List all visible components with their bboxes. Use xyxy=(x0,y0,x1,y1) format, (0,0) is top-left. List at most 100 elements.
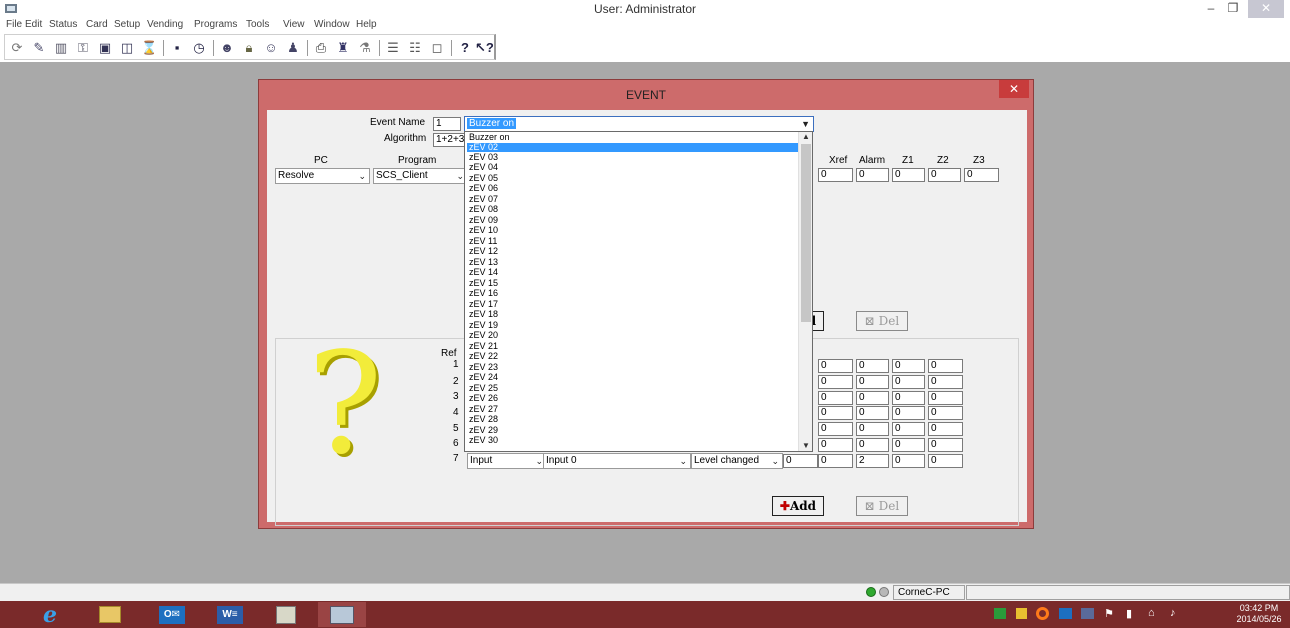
menu-window[interactable]: Window xyxy=(314,19,350,30)
maximize-button[interactable]: ❐ xyxy=(1222,0,1244,18)
context-help-icon[interactable]: ↖? xyxy=(475,40,494,56)
tray-app-icon[interactable] xyxy=(994,608,1006,619)
dropdown-item[interactable]: zEV 12 xyxy=(467,247,798,256)
ref-value-field[interactable]: 0 xyxy=(856,359,889,373)
chevron-down-icon[interactable]: ⌄ xyxy=(358,169,366,183)
dropdown-item[interactable]: zEV 08 xyxy=(467,205,798,214)
tile-icon[interactable]: ☷ xyxy=(407,40,423,56)
ref-value-field[interactable]: 0 xyxy=(928,438,963,452)
ref7-input-select[interactable]: Input 0 ⌄ xyxy=(543,453,691,469)
chevron-down-icon[interactable]: ⌄ xyxy=(771,454,779,468)
top-del-button[interactable]: ⊠ Del xyxy=(856,311,908,331)
dropdown-item[interactable]: zEV 17 xyxy=(467,300,798,309)
keys-icon[interactable]: ⚿ xyxy=(75,40,91,56)
hourglass-icon[interactable]: ⌛ xyxy=(141,40,157,56)
alarm-field[interactable]: 0 xyxy=(856,168,889,182)
ref-value-field[interactable]: 0 xyxy=(818,422,853,436)
bottom-del-button[interactable]: ⊠ Del xyxy=(856,496,908,516)
dropdown-item[interactable]: zEV 16 xyxy=(467,289,798,298)
dropdown-scrollbar[interactable]: ▲ ▼ xyxy=(798,132,812,451)
ref-value-field[interactable]: 2 xyxy=(856,454,889,468)
menu-status[interactable]: Status xyxy=(49,19,77,30)
dropdown-item[interactable]: zEV 18 xyxy=(467,310,798,319)
menu-card[interactable]: Card xyxy=(86,19,108,30)
scroll-down-icon[interactable]: ▼ xyxy=(799,441,812,451)
tray-app-icon[interactable] xyxy=(1016,608,1027,619)
ref-value-field[interactable]: 0 xyxy=(856,406,889,420)
menu-setup[interactable]: Setup xyxy=(114,19,140,30)
tray-app-icon[interactable] xyxy=(1036,607,1049,620)
pc-select[interactable]: Resolve ⌄ xyxy=(275,168,370,184)
card-reader-icon[interactable]: ▣ xyxy=(97,40,113,56)
dropdown-item[interactable]: zEV 11 xyxy=(467,237,798,246)
cascade-icon[interactable]: ☰ xyxy=(385,40,401,56)
ref-value-field[interactable]: 0 xyxy=(856,375,889,389)
flag-icon[interactable]: ⚑ xyxy=(1104,607,1114,620)
event-name-combo[interactable]: Buzzer on ▼ xyxy=(464,116,814,132)
ref-value-field[interactable]: 0 xyxy=(928,406,963,420)
dropdown-item[interactable]: zEV 24 xyxy=(467,373,798,382)
dropdown-item[interactable]: zEV 07 xyxy=(467,195,798,204)
ref-value-field[interactable]: 0 xyxy=(892,391,925,405)
dropdown-item[interactable]: zEV 19 xyxy=(467,321,798,330)
ref-value-field[interactable]: 0 xyxy=(856,422,889,436)
tray-app-icon[interactable] xyxy=(1081,608,1094,619)
dropdown-item[interactable]: Buzzer on xyxy=(467,133,798,142)
menu-programs[interactable]: Programs xyxy=(194,19,237,30)
menu-help[interactable]: Help xyxy=(356,19,377,30)
dropdown-item[interactable]: zEV 25 xyxy=(467,384,798,393)
ref-value-field[interactable]: 0 xyxy=(892,438,925,452)
ref-value-field[interactable]: 0 xyxy=(818,359,853,373)
door-icon[interactable]: ◫ xyxy=(119,40,135,56)
ref-value-field[interactable]: 0 xyxy=(892,454,925,468)
ref-value-field[interactable]: 0 xyxy=(892,359,925,373)
window-icon[interactable]: ◻ xyxy=(429,40,445,56)
dropdown-item[interactable]: zEV 05 xyxy=(467,174,798,183)
ref-value-field[interactable]: 0 xyxy=(928,375,963,389)
dropdown-item[interactable]: zEV 10 xyxy=(467,226,798,235)
dropdown-item[interactable]: zEV 23 xyxy=(467,363,798,372)
ref-value-field[interactable]: 0 xyxy=(818,406,853,420)
ref-value-field[interactable]: 0 xyxy=(818,375,853,389)
chevron-down-icon[interactable]: ⌄ xyxy=(535,454,543,468)
z2-field[interactable]: 0 xyxy=(928,168,961,182)
dropdown-item[interactable]: zEV 06 xyxy=(467,184,798,193)
dialog-close-button[interactable]: ✕ xyxy=(999,80,1029,98)
file-explorer-icon[interactable] xyxy=(86,602,134,627)
ref-value-field[interactable]: 0 xyxy=(928,391,963,405)
dropdown-item[interactable]: zEV 21 xyxy=(467,342,798,351)
cycle-icon[interactable]: ⟳ xyxy=(9,40,25,56)
menu-tools[interactable]: Tools xyxy=(246,19,269,30)
tray-outlook-icon[interactable] xyxy=(1059,608,1072,619)
help-icon[interactable]: ? xyxy=(457,40,473,56)
ref7-trigger-select[interactable]: Level changed ⌄ xyxy=(691,453,783,469)
signal-icon[interactable]: ▮ xyxy=(1126,607,1132,620)
dropdown-item[interactable]: zEV 04 xyxy=(467,163,798,172)
save-icon[interactable]: ▪ xyxy=(169,40,185,56)
printer-icon[interactable]: ⎙ xyxy=(313,40,329,56)
scroll-up-icon[interactable]: ▲ xyxy=(799,132,812,142)
volume-icon[interactable]: ♪ xyxy=(1170,607,1176,619)
chevron-down-icon[interactable]: ⌄ xyxy=(456,169,464,183)
access-control-app-icon[interactable] xyxy=(318,602,366,627)
menu-edit[interactable]: Edit xyxy=(25,19,42,30)
program-select[interactable]: SCS_Client ⌄ xyxy=(373,168,468,184)
network-icon[interactable]: ⌂ xyxy=(1148,607,1155,619)
menu-file[interactable]: File xyxy=(6,19,22,30)
app-window-icon[interactable] xyxy=(262,602,310,627)
internet-explorer-icon[interactable]: e xyxy=(26,602,74,628)
algorithm-field[interactable]: 1+2+3 xyxy=(433,133,465,147)
ref-value-field[interactable]: 0 xyxy=(928,359,963,373)
users-icon[interactable]: ☻ xyxy=(219,40,235,56)
ref-value-field[interactable]: 0 xyxy=(928,422,963,436)
ref-value-field[interactable]: 0 xyxy=(818,454,853,468)
dropdown-item[interactable]: zEV 09 xyxy=(467,216,798,225)
bottom-add-button[interactable]: ✚Add xyxy=(772,496,824,516)
ref7-type-select[interactable]: Input ⌄ xyxy=(467,453,547,469)
dropdown-item[interactable]: zEV 15 xyxy=(467,279,798,288)
vending-icon[interactable]: ⚗ xyxy=(357,40,373,56)
scrollbar-thumb[interactable] xyxy=(801,144,811,322)
card-icon[interactable]: ✎ xyxy=(31,40,47,56)
ref-value-field[interactable]: 0 xyxy=(783,454,818,468)
close-window-button[interactable]: ✕ xyxy=(1248,0,1284,18)
